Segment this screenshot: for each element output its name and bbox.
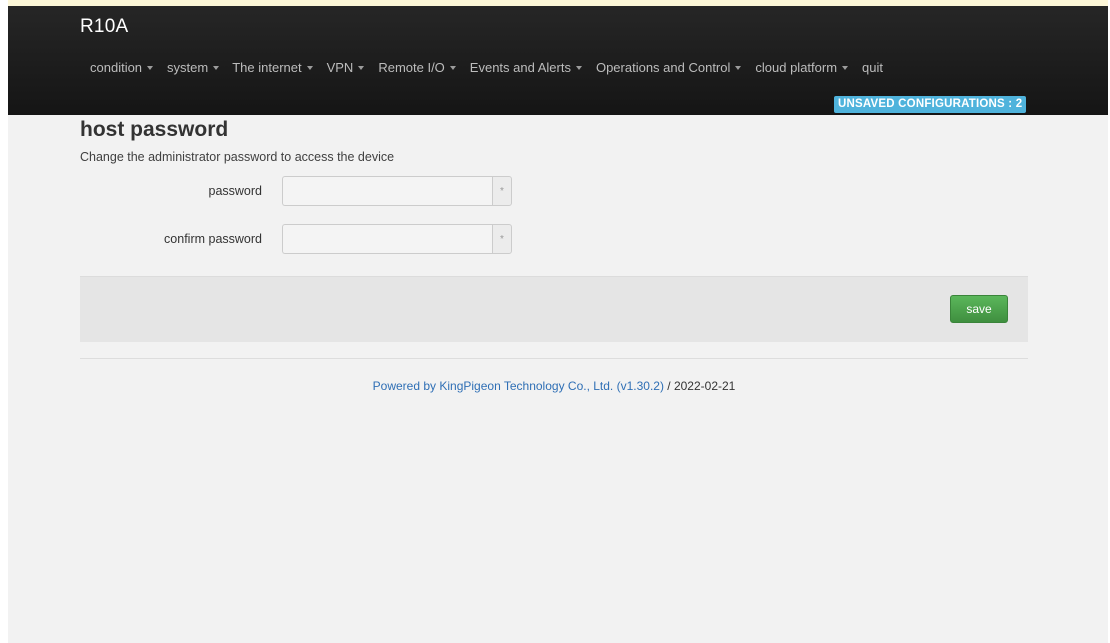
footer-divider [80, 358, 1028, 359]
page-title: host password [80, 118, 229, 141]
menu-item-label: condition [90, 60, 143, 75]
menu-item-label: Events and Alerts [469, 60, 571, 75]
save-button[interactable]: save [950, 295, 1008, 323]
caret-down-icon [306, 66, 313, 70]
menu-item-label: Operations and Control [595, 60, 731, 75]
password-label: password [208, 184, 263, 198]
reveal-confirm-password-icon[interactable]: * [492, 224, 512, 254]
caret-down-icon [575, 66, 582, 70]
menu-item-internet[interactable]: The internet [232, 60, 313, 75]
caret-down-icon [147, 66, 154, 70]
menu-item-label: Remote I/O [378, 60, 445, 75]
build-date: / 2022-02-21 [663, 379, 736, 393]
caret-down-icon [735, 66, 742, 70]
reveal-password-icon[interactable]: * [492, 176, 512, 206]
menu-item-label: quit [862, 60, 884, 75]
caret-down-icon [213, 66, 220, 70]
form-actions-bar: save [80, 276, 1028, 342]
menu-item-events-alerts[interactable]: Events and Alerts [470, 60, 582, 75]
caret-down-icon [842, 66, 849, 70]
confirm-password-field-group: * [282, 224, 512, 254]
menu-item-label: system [167, 60, 209, 75]
page-frame: R10A condition system The internet VPN R… [8, 0, 1108, 643]
footer: Powered by KingPigeon Technology Co., Lt… [80, 379, 1028, 393]
confirm-password-input[interactable] [282, 224, 492, 254]
menu-item-operations-control[interactable]: Operations and Control [595, 60, 742, 75]
menu-item-label: VPN [326, 60, 354, 75]
menu-item-system[interactable]: system [167, 60, 220, 75]
password-field-group: * [282, 176, 512, 206]
caret-down-icon [449, 66, 456, 70]
navbar: R10A condition system The internet VPN R… [8, 6, 1108, 115]
page-description: Change the administrator password to acc… [80, 150, 395, 164]
password-input[interactable] [282, 176, 492, 206]
menu-item-remote-io[interactable]: Remote I/O [378, 60, 456, 75]
powered-by-link[interactable]: Powered by KingPigeon Technology Co., Lt… [373, 379, 664, 393]
brand-title[interactable]: R10A [80, 16, 128, 38]
main-menu: condition system The internet VPN Remote… [90, 60, 883, 75]
unsaved-configurations-badge[interactable]: UNSAVED CONFIGURATIONS : 2 [834, 96, 1027, 113]
menu-item-label: cloud platform [755, 60, 838, 75]
menu-item-quit[interactable]: quit [862, 60, 883, 75]
menu-item-cloud-platform[interactable]: cloud platform [755, 60, 849, 75]
caret-down-icon [358, 66, 365, 70]
confirm-password-label: confirm password [164, 232, 262, 246]
menu-item-label: The internet [232, 60, 302, 75]
menu-item-condition[interactable]: condition [90, 60, 154, 75]
menu-item-vpn[interactable]: VPN [327, 60, 365, 75]
